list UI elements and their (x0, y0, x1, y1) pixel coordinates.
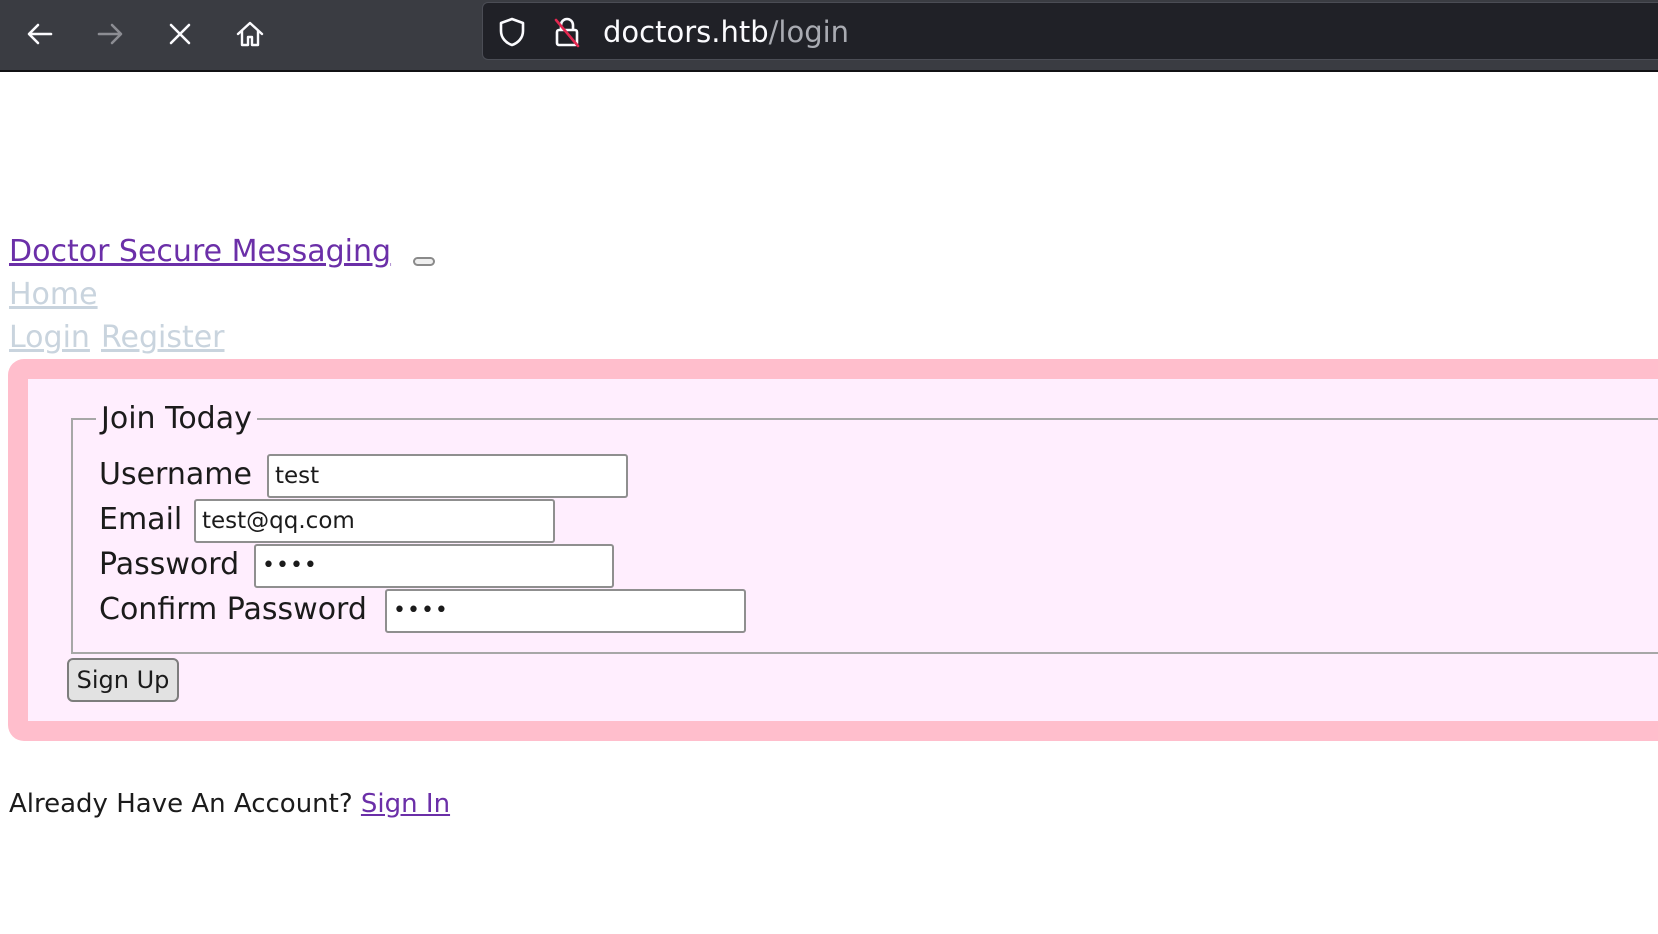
url-text[interactable]: doctors.htb/login (603, 15, 849, 49)
nav-home-link[interactable]: Home (9, 276, 98, 314)
password-input[interactable]: •••• (254, 544, 614, 588)
sign-in-link[interactable]: Sign In (361, 789, 450, 819)
stop-icon[interactable] (158, 12, 202, 56)
browser-toolbar: doctors.htb/login (0, 0, 1658, 72)
address-bar[interactable]: doctors.htb/login (482, 2, 1658, 60)
account-prompt: Already Have An Account? Sign In (9, 787, 450, 821)
forward-arrow-icon[interactable] (88, 12, 132, 56)
back-arrow-icon[interactable] (18, 12, 62, 56)
confirm-password-input[interactable]: •••• (385, 589, 746, 633)
shield-icon[interactable] (496, 16, 528, 48)
confirm-password-label: Confirm Password (99, 592, 367, 627)
email-label: Email (99, 502, 183, 537)
url-path: /login (768, 15, 850, 49)
email-input[interactable]: test@qq.com (194, 499, 555, 543)
sign-up-button[interactable]: Sign Up (67, 658, 179, 702)
home-icon[interactable] (228, 12, 272, 56)
url-host: doctors.htb (603, 15, 769, 49)
nav-register-link[interactable]: Register (101, 319, 225, 357)
username-label: Username (99, 457, 252, 492)
navbar-toggler-button[interactable] (413, 257, 435, 266)
account-prompt-text: Already Have An Account? (9, 789, 353, 819)
insecure-lock-icon[interactable] (551, 16, 583, 48)
form-legend: Join Today (96, 400, 257, 438)
username-input[interactable]: test (267, 454, 628, 498)
brand-link[interactable]: Doctor Secure Messaging (9, 233, 391, 271)
password-label: Password (99, 547, 240, 582)
nav-login-link[interactable]: Login (9, 319, 90, 357)
